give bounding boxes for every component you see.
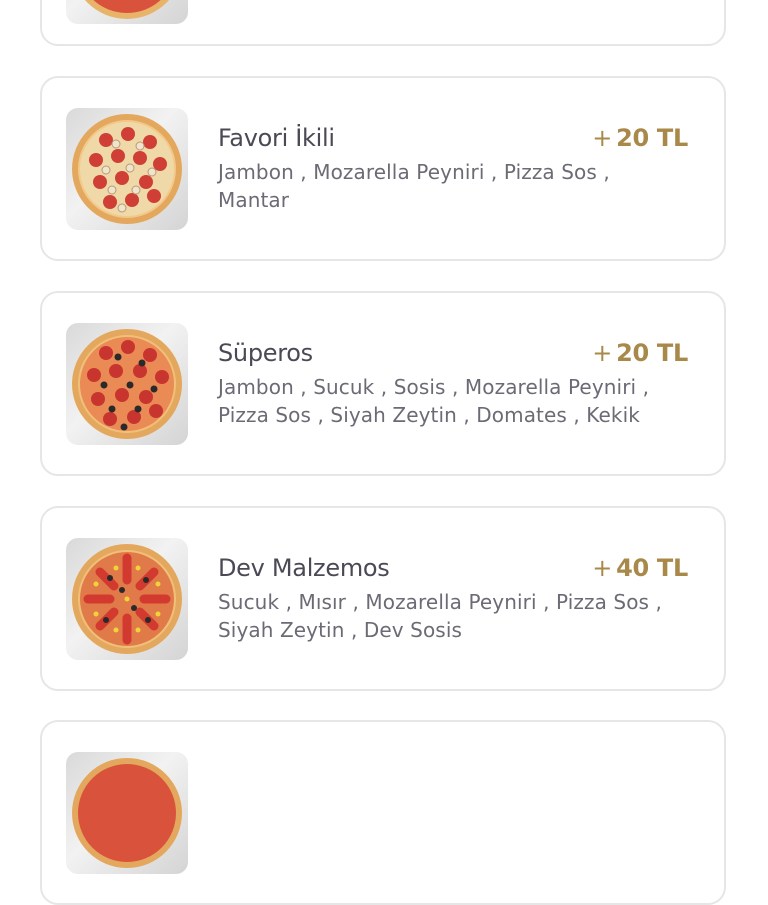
ingredients-line: Mantar [218,188,290,212]
pizza-price: +40 TL [592,554,688,582]
pizza-image [66,538,188,660]
pizza-image [66,752,188,874]
pizza-option-card[interactable]: Süperos +20 TL Jambon , Sucuk , Sosis , … [40,291,726,476]
ingredients-line: Pizza Sos , Siyah Zeytin , Domates , Kek… [218,403,640,427]
price-value: 40 TL [616,554,688,582]
price-value: 20 TL [616,339,688,367]
price-sign: + [592,339,613,367]
pizza-image [66,0,188,24]
pizza-option-card[interactable]: Dev Malzemos +40 TL Sucuk , Mısır , Moza… [40,506,726,691]
pizza-image [66,323,188,445]
pizza-name: Dev Malzemos [218,554,390,582]
price-sign: + [592,124,613,152]
ingredients-line: Sucuk , Mısır , Mozarella Peyniri , Pizz… [218,590,662,614]
pizza-ingredients: Sucuk , Mısır , Mozarella Peyniri , Pizz… [218,588,678,644]
pizza-option-card[interactable] [40,0,726,46]
ingredients-line: Siyah Zeytin , Dev Sosis [218,618,462,642]
ingredients-line: Jambon , Sucuk , Sosis , Mozarella Peyni… [218,375,650,399]
price-sign: + [592,554,613,582]
pizza-price: +20 TL [592,124,688,152]
ingredients-line: Jambon , Mozarella Peyniri , Pizza Sos , [218,160,610,184]
pizza-name: Süperos [218,339,313,367]
pizza-image [66,108,188,230]
pizza-ingredients: Jambon , Sucuk , Sosis , Mozarella Peyni… [218,373,678,429]
pizza-ingredients: Jambon , Mozarella Peyniri , Pizza Sos ,… [218,158,678,214]
pizza-option-card[interactable]: Favori İkili +20 TL Jambon , Mozarella P… [40,76,726,261]
pizza-price: +20 TL [592,339,688,367]
pizza-name: Favori İkili [218,124,335,152]
pizza-option-card[interactable] [40,720,726,905]
price-value: 20 TL [616,124,688,152]
